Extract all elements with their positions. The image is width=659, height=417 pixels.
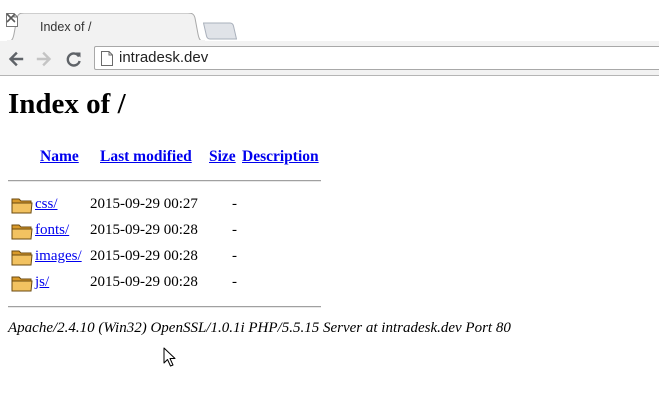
header-divider — [8, 180, 321, 182]
size-cell: - — [232, 196, 237, 212]
table-row: fonts/ 2015-09-29 00:28 - — [0, 220, 340, 242]
tab-title: Index of / — [40, 20, 92, 34]
size-cell: - — [232, 222, 237, 238]
tab-index[interactable]: Index of / — [6, 13, 206, 42]
size-cell: - — [232, 248, 237, 264]
folder-icon — [11, 276, 33, 292]
address-bar[interactable]: intradesk.dev — [94, 46, 659, 70]
tab-shape — [6, 13, 206, 42]
tab-strip: Index of / — [0, 0, 659, 42]
navigation-toolbar: intradesk.dev — [0, 41, 659, 76]
column-header-size[interactable]: Size — [209, 148, 236, 166]
browser-chrome: Index of / intradesk.dev — [0, 0, 659, 76]
last-modified-cell: 2015-09-29 00:28 — [90, 248, 198, 264]
forward-arrow-icon[interactable] — [34, 49, 54, 69]
column-header-name[interactable]: Name — [40, 148, 79, 166]
column-header-last-modified[interactable]: Last modified — [100, 148, 192, 166]
last-modified-cell: 2015-09-29 00:27 — [90, 196, 198, 212]
file-link[interactable]: images/ — [35, 248, 82, 265]
folder-icon — [11, 198, 33, 214]
server-signature: Apache/2.4.10 (Win32) OpenSSL/1.0.1i PHP… — [8, 320, 511, 336]
column-header-description[interactable]: Description — [242, 148, 319, 166]
footer-divider — [8, 306, 321, 308]
file-link[interactable]: fonts/ — [35, 222, 69, 239]
table-row: css/ 2015-09-29 00:27 - — [0, 194, 340, 216]
browser-window: Index of / intradesk.dev Index of / Name… — [0, 0, 659, 417]
file-link[interactable]: js/ — [35, 274, 49, 291]
folder-icon — [11, 250, 33, 266]
folder-icon — [11, 224, 33, 240]
page-icon — [101, 51, 113, 66]
file-link[interactable]: css/ — [35, 196, 58, 213]
page-title: Index of / — [8, 88, 126, 120]
new-tab-button[interactable] — [203, 22, 237, 40]
close-icon[interactable] — [6, 13, 16, 23]
reload-icon[interactable] — [64, 49, 84, 69]
page-content: Index of / Name Last modified Size Descr… — [0, 76, 659, 417]
address-bar-url[interactable]: intradesk.dev — [119, 49, 208, 66]
size-cell: - — [232, 274, 237, 290]
table-row: js/ 2015-09-29 00:28 - — [0, 272, 340, 294]
mouse-pointer-icon — [163, 347, 176, 367]
last-modified-cell: 2015-09-29 00:28 — [90, 274, 198, 290]
last-modified-cell: 2015-09-29 00:28 — [90, 222, 198, 238]
back-arrow-icon[interactable] — [6, 49, 26, 69]
table-row: images/ 2015-09-29 00:28 - — [0, 246, 340, 268]
